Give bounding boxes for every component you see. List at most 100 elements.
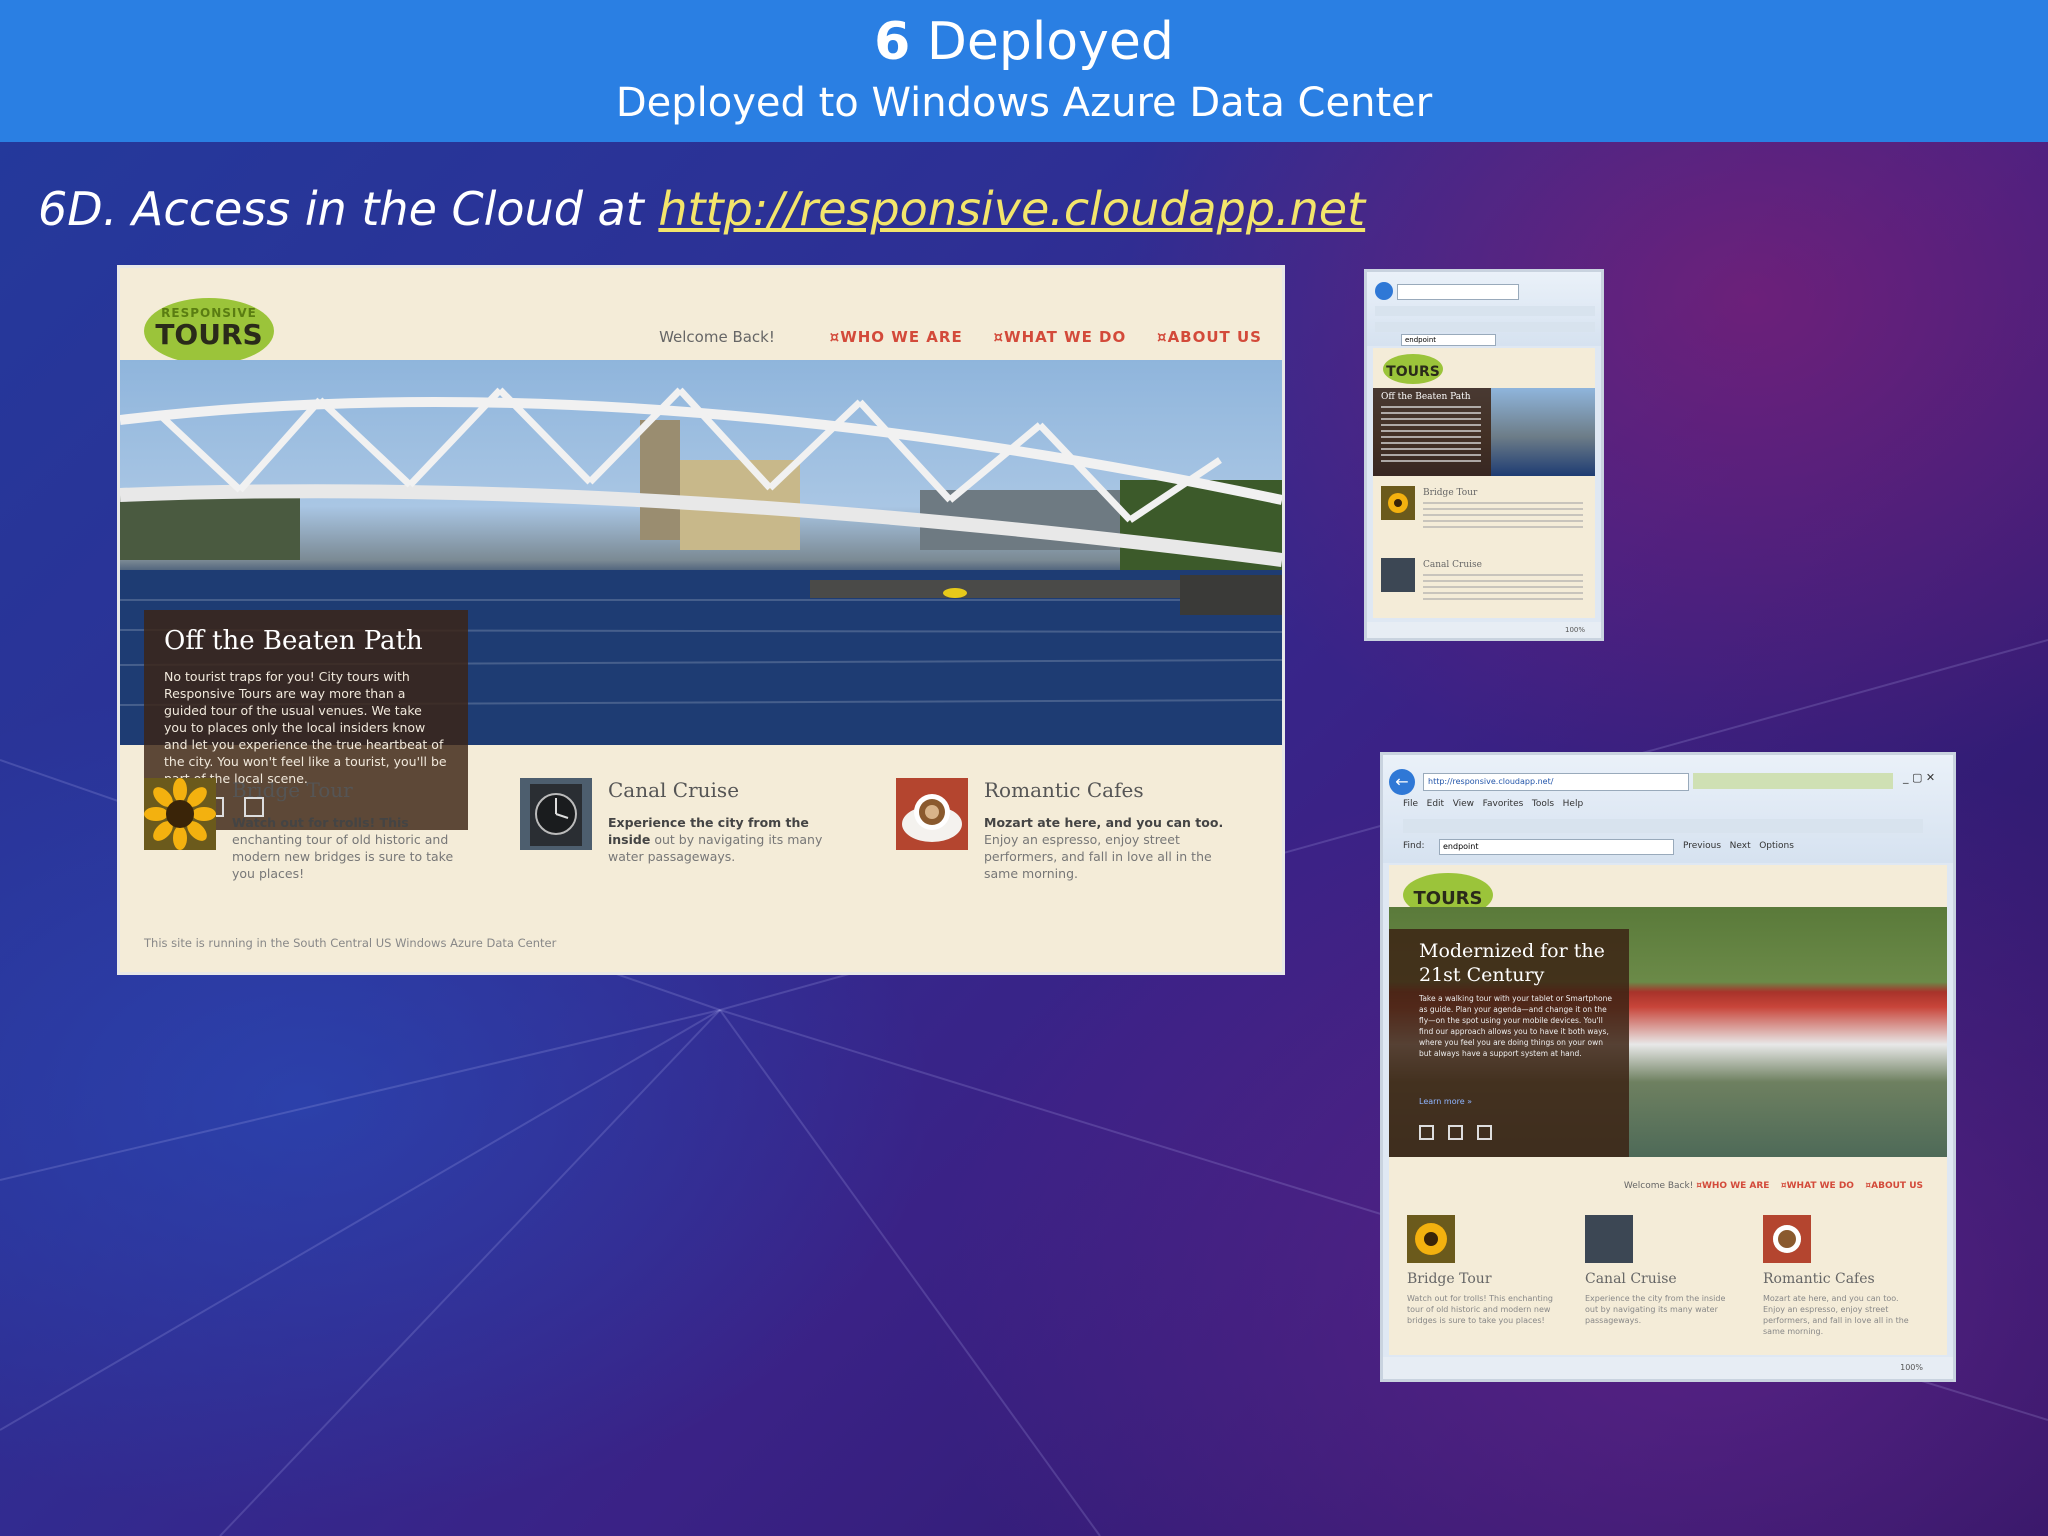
feature-text: enchanting tour of old historic and mode…: [232, 832, 454, 881]
tablet-learn-more-link[interactable]: Learn more »: [1419, 1097, 1472, 1106]
tablet-page: TOURS Modernized for the 21st Century Ta…: [1389, 865, 1947, 1355]
section-heading-text: 6D. Access in the Cloud at: [38, 182, 659, 236]
tablet-site-nav: Welcome Back! ¤WHO WE ARE ¤WHAT WE DO ¤A…: [1624, 1181, 1923, 1191]
site-nav: Welcome Back! ¤WHO WE ARE ¤WHAT WE DO ¤A…: [659, 328, 1262, 346]
tablet-nav-who-we-are[interactable]: ¤WHO WE ARE: [1696, 1181, 1769, 1191]
find-options-button[interactable]: Options: [1759, 841, 1794, 851]
tablet-feature-title: Canal Cruise: [1585, 1271, 1677, 1287]
title-bar: 6 Deployed Deployed to Windows Azure Dat…: [0, 0, 2048, 142]
tablet-sunflower-thumb: [1407, 1215, 1455, 1263]
feature-romantic-cafes[interactable]: Romantic Cafes Mozart ate here, and you …: [896, 778, 1226, 898]
nav-who-we-are[interactable]: ¤WHO WE ARE: [830, 328, 963, 346]
feature-lead: Mozart ate here, and you can too.: [984, 815, 1224, 830]
tablet-clock-thumb: [1585, 1215, 1633, 1263]
pager-dot-3[interactable]: [1477, 1125, 1492, 1140]
cloud-url-link[interactable]: http://responsive.cloudapp.net: [658, 182, 1365, 236]
tablet-browser-window: ← http://responsive.cloudapp.net/ _ ▢ ✕ …: [1380, 752, 1956, 1382]
find-previous-button[interactable]: Previous: [1683, 841, 1721, 851]
phone-zoom-level[interactable]: 100%: [1565, 626, 1585, 634]
phone-browser-window: endpoint TOURS Off the Beaten Path Bridg…: [1364, 269, 1604, 641]
tablet-nav-about-us[interactable]: ¤ABOUT US: [1865, 1181, 1923, 1191]
phone-browser-chrome: endpoint: [1367, 272, 1601, 346]
tablet-hero-body: Take a walking tour with your tablet or …: [1419, 994, 1612, 1058]
feature-text: Enjoy an espresso, enjoy street performe…: [984, 832, 1212, 881]
tablet-feature-title: Romantic Cafes: [1763, 1271, 1875, 1287]
logo-main-text: TOURS: [155, 318, 263, 351]
site-footer: This site is running in the South Centra…: [144, 936, 557, 950]
phone-menu-bar[interactable]: [1375, 306, 1595, 316]
tablet-welcome-text: Welcome Back!: [1623, 1181, 1694, 1191]
feature-title: Canal Cruise: [608, 778, 740, 802]
phone-site-logo[interactable]: TOURS: [1383, 354, 1443, 384]
slide-subtitle: Deployed to Windows Azure Data Center: [615, 80, 1433, 126]
menu-tools[interactable]: Tools: [1532, 799, 1554, 809]
back-arrow-icon[interactable]: ←: [1389, 769, 1415, 795]
phone-hero-caption: Off the Beaten Path: [1373, 388, 1491, 476]
find-actions: Previous Next Options: [1683, 841, 1794, 851]
pager-dot-1[interactable]: [1419, 1125, 1434, 1140]
phone-hero-title: Off the Beaten Path: [1381, 392, 1471, 402]
tablet-hero-caption: Modernized for the 21st Century Take a w…: [1389, 929, 1629, 1157]
pager-dot-2[interactable]: [1448, 1125, 1463, 1140]
find-label: Find:: [1403, 841, 1425, 851]
feature-body: Watch out for trolls! This enchanting to…: [232, 814, 477, 882]
nav-about-us[interactable]: ¤ABOUT US: [1157, 328, 1262, 346]
menu-file[interactable]: File: [1403, 799, 1418, 809]
feature-lead: Watch out for trolls! This: [232, 815, 409, 830]
site-logo[interactable]: RESPONSIVE TOURS: [144, 298, 274, 364]
menu-edit[interactable]: Edit: [1427, 799, 1444, 809]
slide-title-text: Deployed: [926, 12, 1174, 72]
phone-feature-text: [1423, 574, 1583, 600]
phone-feature-title: Canal Cruise: [1423, 560, 1482, 570]
tablet-feature-body: Mozart ate here, and you can too. Enjoy …: [1763, 1294, 1909, 1336]
tablet-feature-body: Watch out for trolls! This enchanting to…: [1407, 1294, 1553, 1325]
window-controls[interactable]: _ ▢ ✕: [1903, 771, 1935, 784]
feature-body: Experience the city from the inside out …: [608, 814, 853, 865]
phone-find-field[interactable]: endpoint: [1401, 334, 1496, 346]
back-arrow-icon[interactable]: [1375, 282, 1393, 300]
nav-what-we-do[interactable]: ¤WHAT WE DO: [993, 328, 1126, 346]
phone-feature-title: Bridge Tour: [1423, 488, 1478, 498]
tablet-nav-what-we-do[interactable]: ¤WHAT WE DO: [1781, 1181, 1854, 1191]
coffee-cup-thumb: [896, 778, 968, 850]
feature-title: Romantic Cafes: [984, 778, 1144, 802]
clock-thumb: [520, 778, 592, 850]
feature-body: Mozart ate here, and you can too. Enjoy …: [984, 814, 1229, 882]
tablet-hero-title: Modernized for the 21st Century: [1419, 940, 1605, 986]
hero-title: Off the Beaten Path: [164, 626, 423, 656]
phone-address-bar[interactable]: [1397, 284, 1519, 300]
tablet-feature-body: Experience the city from the inside out …: [1585, 1294, 1726, 1325]
menu-view[interactable]: View: [1453, 799, 1474, 809]
welcome-text: Welcome Back!: [659, 328, 775, 346]
tablet-find-field[interactable]: endpoint: [1439, 839, 1674, 855]
phone-page: TOURS Off the Beaten Path Bridge Tour Ca…: [1373, 348, 1595, 618]
tablet-tabs[interactable]: [1693, 773, 1893, 789]
find-next-button[interactable]: Next: [1730, 841, 1751, 851]
tablet-status-bar: 100%: [1383, 1357, 1953, 1379]
slide-title: 6 Deployed: [0, 12, 2048, 72]
feature-title: Bridge Tour: [232, 778, 353, 802]
tablet-browser-chrome: ← http://responsive.cloudapp.net/ _ ▢ ✕ …: [1383, 755, 1953, 863]
tablet-hero-pager[interactable]: [1419, 1125, 1492, 1144]
phone-sunflower-thumb: [1381, 486, 1415, 520]
tablet-command-bar[interactable]: [1403, 819, 1923, 833]
menu-help[interactable]: Help: [1563, 799, 1584, 809]
tablet-zoom-level[interactable]: 100%: [1900, 1363, 1923, 1372]
phone-command-bar[interactable]: [1375, 322, 1595, 332]
phone-clock-thumb: [1381, 558, 1415, 592]
menu-favorites[interactable]: Favorites: [1483, 799, 1524, 809]
feature-canal-cruise[interactable]: Canal Cruise Experience the city from th…: [520, 778, 850, 898]
tablet-feature-title: Bridge Tour: [1407, 1271, 1492, 1287]
hero-image: Off the Beaten Path No tourist traps for…: [120, 360, 1282, 830]
sunflower-thumb: [144, 778, 216, 850]
section-heading: 6D. Access in the Cloud at http://respon…: [38, 182, 1365, 236]
tablet-coffee-thumb: [1763, 1215, 1811, 1263]
tablet-find-bar: Find:: [1403, 841, 1424, 851]
phone-feature-text: [1423, 502, 1583, 528]
feature-row: Bridge Tour Watch out for trolls! This e…: [120, 748, 1282, 898]
feature-bridge-tour[interactable]: Bridge Tour Watch out for trolls! This e…: [144, 778, 474, 898]
tablet-menu-bar: File Edit View Favorites Tools Help: [1403, 799, 1583, 809]
desktop-screenshot: RESPONSIVE TOURS Welcome Back! ¤WHO WE A…: [117, 265, 1285, 975]
tablet-address-bar[interactable]: http://responsive.cloudapp.net/: [1423, 773, 1689, 791]
phone-hero-text-lines: [1381, 406, 1481, 462]
